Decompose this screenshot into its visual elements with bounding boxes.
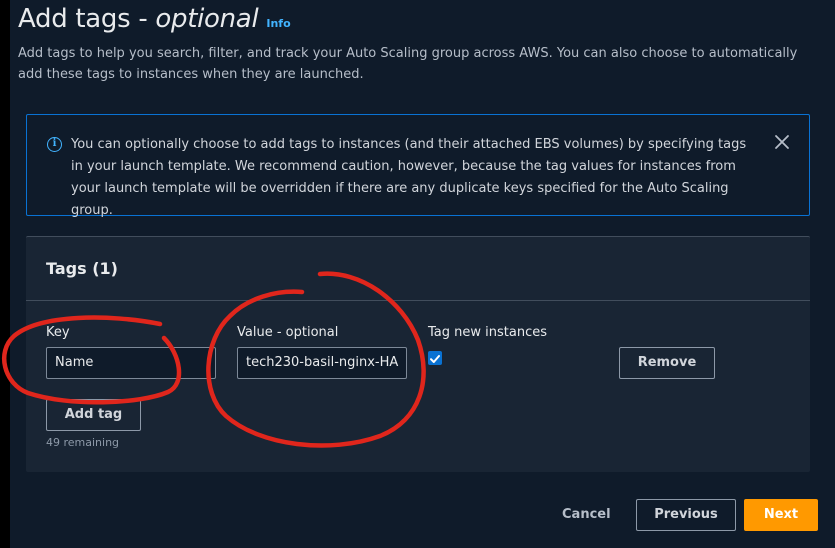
info-link[interactable]: Info — [266, 17, 290, 30]
page-description: Add tags to help you search, filter, and… — [18, 46, 798, 82]
key-input[interactable]: Name — [46, 347, 216, 379]
remove-button[interactable]: Remove — [619, 347, 715, 379]
page-title-row: Add tags - optional Info — [18, 4, 291, 34]
page-title-prefix: Add tags - — [18, 4, 156, 34]
key-label: Key — [46, 325, 70, 340]
value-label: Value - optional — [237, 325, 339, 340]
tags-remaining-text: 49 remaining — [46, 436, 120, 449]
tags-panel-header: Tags (1) — [26, 237, 810, 301]
checkmark-icon — [430, 355, 440, 363]
value-input[interactable]: tech230-basil-nginx-HA — [237, 347, 407, 379]
tag-new-instances-label: Tag new instances — [428, 325, 547, 340]
add-tag-button[interactable]: Add tag — [46, 399, 141, 431]
alert-text: You can optionally choose to add tags to… — [71, 137, 747, 218]
info-circle-icon: i — [47, 137, 62, 152]
wizard-step-page: Add tags - optional Info Add tags to hel… — [10, 0, 835, 548]
next-button[interactable]: Next — [744, 499, 818, 531]
page-title: Add tags - optional — [18, 4, 259, 34]
info-alert: i You can optionally choose to add tags … — [26, 114, 810, 218]
page-title-optional: optional — [155, 4, 259, 34]
tag-new-instances-checkbox[interactable] — [428, 351, 442, 365]
tags-panel-title: Tags (1) — [46, 259, 118, 278]
close-icon[interactable] — [773, 133, 791, 151]
previous-button[interactable]: Previous — [636, 499, 736, 531]
cancel-button[interactable]: Cancel — [562, 507, 611, 522]
